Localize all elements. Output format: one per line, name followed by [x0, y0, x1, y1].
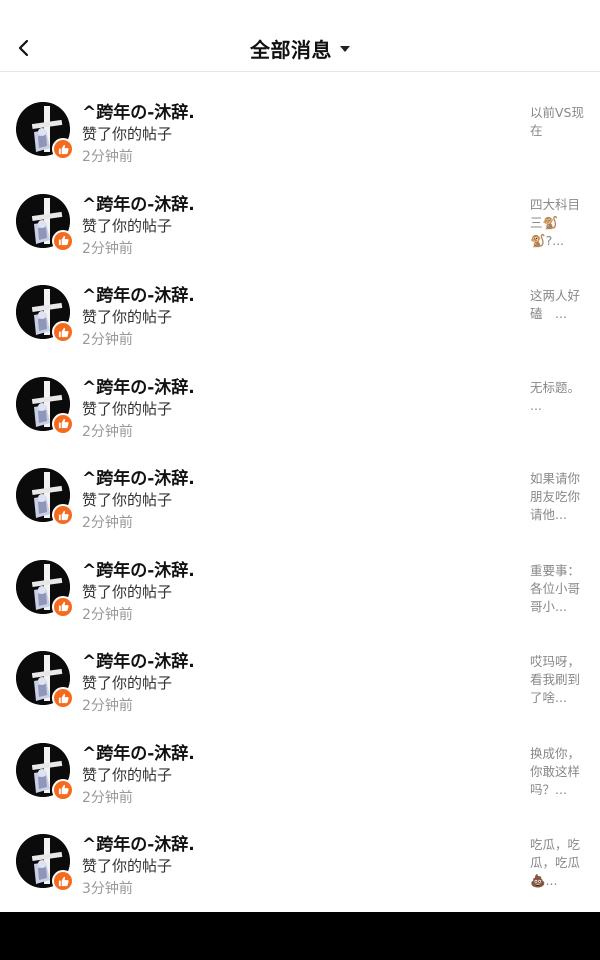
post-preview[interactable]: 吃瓜，吃瓜，吃瓜💩... — [530, 836, 588, 890]
username[interactable]: ^跨年の-沐辞. — [82, 464, 195, 489]
action-text: 赞了你的帖子 — [82, 399, 173, 418]
notification-item[interactable]: ^跨年の-沐辞. 赞了你的帖子 2分钟前 这两人好磕 ... — [0, 255, 600, 348]
thumbs-up-icon — [52, 687, 74, 709]
action-text: 赞了你的帖子 — [82, 125, 173, 143]
avatar[interactable] — [16, 468, 74, 526]
thumbs-up-icon — [52, 229, 74, 252]
thumbs-up-icon — [52, 321, 74, 343]
caret-down-icon — [340, 46, 350, 52]
thumbs-up-icon — [52, 504, 74, 526]
notification-item[interactable]: ^跨年の-沐辞. 赞了你的帖子 2分钟前 四大科目三🐒🐒?... — [0, 164, 600, 257]
action-text: 赞了你的帖子 — [82, 216, 173, 235]
notification-item[interactable]: ^跨年の-沐辞. 赞了你的帖子 2分钟前 无标题。 ... — [0, 347, 600, 440]
thumbs-up-icon — [52, 138, 74, 160]
action-text: 赞了你的帖子 — [82, 765, 173, 784]
thumbs-up-icon — [52, 778, 74, 801]
post-preview[interactable]: 哎玛呀，看我刷到了啥... — [530, 653, 588, 707]
action-text: 赞了你的帖子 — [82, 674, 173, 692]
notification-item[interactable]: ^跨年の-沐辞. 赞了你的帖子 2分钟前 以前VS现在 — [0, 72, 600, 165]
avatar[interactable] — [16, 102, 74, 160]
action-text: 赞了你的帖子 — [82, 857, 173, 875]
username[interactable]: ^跨年の-沐辞. — [82, 373, 195, 398]
username[interactable]: ^跨年の-沐辞. — [82, 190, 195, 215]
username[interactable]: ^跨年の-沐辞. — [82, 739, 195, 764]
thumbs-up-icon — [52, 595, 74, 618]
notification-item[interactable]: ^跨年の-沐辞. 赞了你的帖子 3分钟前 吃瓜，吃瓜，吃瓜💩... — [0, 804, 600, 897]
notification-item[interactable]: ^跨年の-沐辞. 赞了你的帖子 2分钟前 重要事：各位小哥哥小... — [0, 530, 600, 623]
avatar[interactable] — [16, 376, 74, 435]
post-preview[interactable]: 这两人好磕 ... — [530, 287, 588, 323]
page-title: 全部消息 — [250, 37, 332, 62]
notification-list: ^跨年の-沐辞. 赞了你的帖子 2分钟前 以前VS现在 ^跨年の-沐辞. 赞了你… — [0, 72, 600, 897]
top-bar: 全部消息 — [0, 0, 600, 72]
notification-item[interactable]: ^跨年の-沐辞. 赞了你的帖子 2分钟前 如果请你朋友吃你请他... — [0, 438, 600, 531]
post-preview[interactable]: 以前VS现在 — [530, 104, 588, 140]
username[interactable]: ^跨年の-沐辞. — [82, 556, 195, 581]
notification-item[interactable]: ^跨年の-沐辞. 赞了你的帖子 2分钟前 哎玛呀，看我刷到了啥... — [0, 621, 600, 714]
action-text: 赞了你的帖子 — [82, 582, 173, 601]
notification-item[interactable]: ^跨年の-沐辞. 赞了你的帖子 2分钟前 换成你，你敢这样吗？... — [0, 713, 600, 806]
username[interactable]: ^跨年の-沐辞. — [82, 830, 195, 855]
post-preview[interactable]: 换成你，你敢这样吗？... — [530, 745, 588, 799]
avatar[interactable] — [16, 193, 74, 252]
username[interactable]: ^跨年の-沐辞. — [82, 281, 195, 306]
message-filter-dropdown[interactable]: 全部消息 — [0, 32, 600, 64]
avatar[interactable] — [16, 742, 74, 801]
username[interactable]: ^跨年の-沐辞. — [82, 98, 195, 123]
action-text: 赞了你的帖子 — [82, 308, 173, 326]
post-preview[interactable]: 重要事：各位小哥哥小... — [530, 562, 588, 616]
thumbs-up-icon — [52, 412, 74, 435]
avatar[interactable] — [16, 651, 74, 709]
system-nav-bar — [0, 912, 600, 960]
post-preview[interactable]: 四大科目三🐒🐒?... — [530, 196, 588, 250]
timestamp: 3分钟前 — [82, 881, 133, 897]
avatar[interactable] — [16, 559, 74, 618]
thumbs-up-icon — [52, 870, 74, 892]
avatar[interactable] — [16, 834, 74, 892]
username[interactable]: ^跨年の-沐辞. — [82, 647, 195, 672]
post-preview[interactable]: 如果请你朋友吃你请他... — [530, 470, 588, 524]
avatar[interactable] — [16, 285, 74, 343]
post-preview[interactable]: 无标题。 ... — [530, 379, 599, 415]
action-text: 赞了你的帖子 — [82, 491, 173, 509]
